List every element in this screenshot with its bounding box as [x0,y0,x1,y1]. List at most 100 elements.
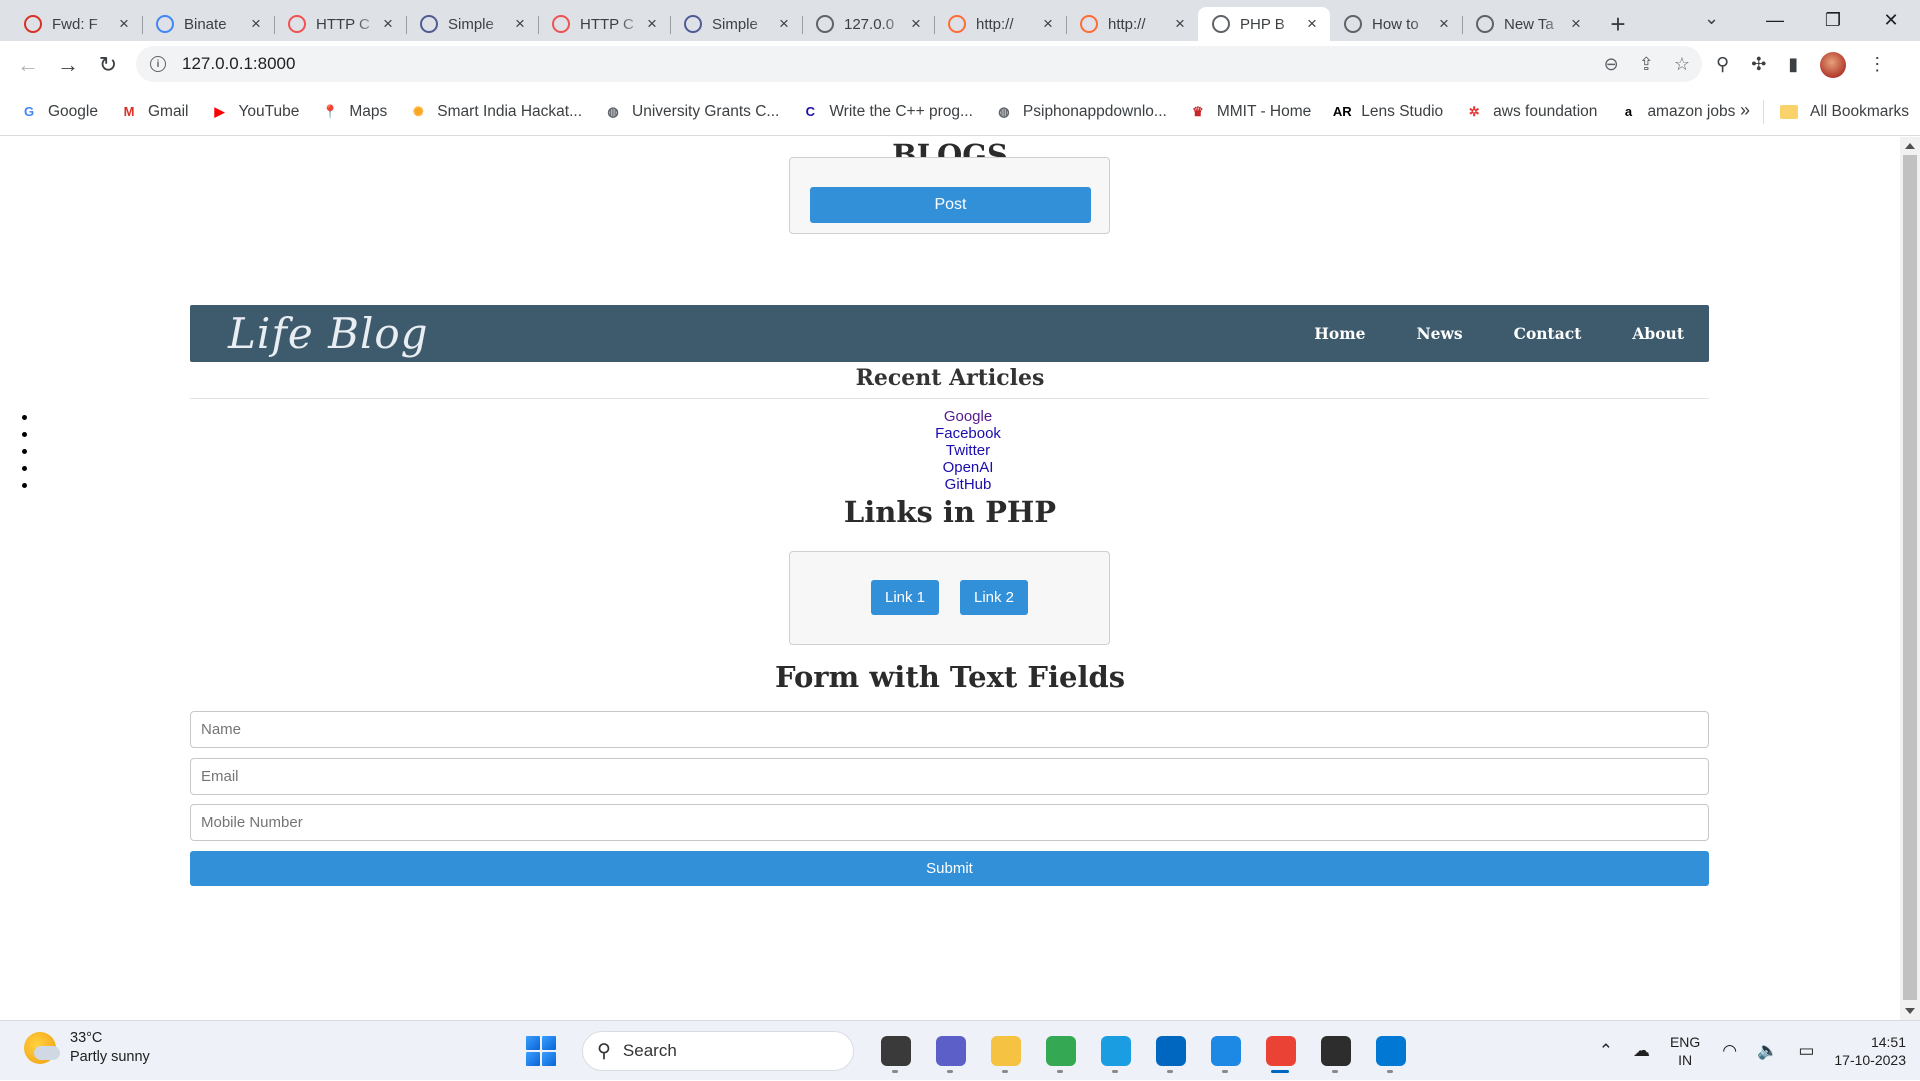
nav-link-about[interactable]: About [1632,324,1684,343]
nav-link-news[interactable]: News [1417,324,1463,343]
site-info-icon[interactable]: i [150,56,166,72]
bookmark-item[interactable]: ▶ YouTube [210,103,299,121]
forward-button[interactable]: → [48,52,88,78]
bookmark-item[interactable]: G Google [20,103,98,121]
reload-button[interactable]: ↻ [88,52,128,78]
browser-tab[interactable]: New Ta × [1462,7,1594,41]
bookmark-item[interactable]: a amazon jobs [1619,103,1736,121]
article-link[interactable]: OpenAI [943,459,994,476]
menu-kebab-icon[interactable]: ⋮ [1868,54,1886,75]
submit-button[interactable]: Submit [190,851,1709,886]
browser-tab[interactable]: How to × [1330,7,1462,41]
scroll-up-icon[interactable] [1905,143,1915,149]
chrome-icon[interactable] [1033,1030,1088,1073]
browser-tab[interactable]: Simple × [670,7,802,41]
bookmark-item[interactable]: ✺ Smart India Hackat... [409,103,582,121]
clock[interactable]: 14:51 17-10-2023 [1834,1033,1906,1069]
task-view-icon[interactable] [868,1030,923,1073]
browser-tab[interactable]: http:// × [1066,7,1198,41]
browser-tab[interactable]: PHP B × [1198,7,1330,41]
tab-close-icon[interactable]: × [1040,14,1056,34]
article-link[interactable]: Google [944,408,992,425]
nav-link-home[interactable]: Home [1314,324,1365,343]
browser-tab[interactable]: 127.0.0 × [802,7,934,41]
notepad-icon[interactable] [1198,1030,1253,1073]
browser-tab[interactable]: Simple × [406,7,538,41]
zoom-icon[interactable]: ⊖ [1604,54,1619,75]
tab-close-icon[interactable]: × [1436,14,1452,34]
name-field[interactable] [190,711,1709,748]
extensions-icon[interactable]: ✣ [1751,54,1766,75]
bookmarks-bar: G Google M Gmail ▶ YouTube 📍 Maps ✺ Smart India H… [0,88,1920,136]
back-button[interactable]: ← [8,52,48,78]
link-1-button[interactable]: Link 1 [871,580,939,615]
chrome-profile-icon[interactable] [1253,1030,1308,1073]
bookmark-item[interactable]: ◍ University Grants C... [604,103,779,121]
file-explorer-icon[interactable] [978,1030,1033,1073]
nav-link-contact[interactable]: Contact [1514,324,1582,343]
taskbar-search[interactable]: ⚲ Search [582,1031,854,1071]
bookmark-item[interactable]: ✲ aws foundation [1465,103,1598,121]
tab-close-icon[interactable]: × [116,14,132,34]
edge-icon[interactable] [1088,1030,1143,1073]
article-link[interactable]: GitHub [945,476,992,493]
terminal-icon[interactable] [1308,1030,1363,1073]
tab-close-icon[interactable]: × [1304,14,1320,34]
close-window-button[interactable]: ✕ [1862,10,1920,31]
tab-close-icon[interactable]: × [776,14,792,34]
app-glyph [1045,1036,1076,1066]
email-field[interactable] [190,758,1709,795]
tab-close-icon[interactable]: × [908,14,924,34]
profile-avatar[interactable] [1820,51,1847,78]
bookmark-item[interactable]: AR Lens Studio [1333,103,1443,121]
store-icon[interactable] [1143,1030,1198,1073]
browser-tab[interactable]: HTTP C × [538,7,670,41]
new-tab-button[interactable]: + [1598,7,1638,41]
url-text[interactable]: 127.0.0.1:8000 [182,54,295,74]
tab-close-icon[interactable]: × [1172,14,1188,34]
weather-widget[interactable]: 33°C Partly sunny [24,1030,150,1065]
browser-tab[interactable]: http:// × [934,7,1066,41]
share-icon[interactable]: ⇪ [1639,54,1654,75]
mobile-number-field[interactable] [190,804,1709,841]
article-link[interactable]: Twitter [946,442,990,459]
link-2-button[interactable]: Link 2 [960,580,1028,615]
tab-search-chevron-icon[interactable]: ⌄ [1704,8,1719,29]
language-indicator[interactable]: ENG IN [1670,1033,1700,1069]
browser-tab[interactable]: Fwd: F × [10,7,142,41]
scroll-thumb[interactable] [1903,155,1917,1000]
search-lens-icon[interactable]: ⚲ [1716,54,1729,75]
bookmark-item[interactable]: 📍 Maps [321,103,387,121]
bookmark-item[interactable]: M Gmail [120,103,189,121]
battery-icon[interactable]: ▭ [1798,1041,1814,1061]
tab-close-icon[interactable]: × [248,14,264,34]
bookmark-star-icon[interactable]: ☆ [1674,54,1690,75]
side-panel-icon[interactable]: ▮ [1788,54,1798,75]
post-button[interactable]: Post [810,187,1091,223]
volume-icon[interactable]: 🔈 [1757,1041,1778,1061]
onedrive-icon[interactable]: ☁ [1633,1041,1650,1061]
wifi-icon[interactable]: ◠ [1722,1041,1737,1061]
scroll-down-icon[interactable] [1905,1008,1915,1014]
all-bookmarks-button[interactable]: All Bookmarks [1780,88,1909,136]
restore-button[interactable]: ❐ [1804,10,1862,31]
tab-close-icon[interactable]: × [644,14,660,34]
minimize-button[interactable]: — [1746,10,1804,31]
bookmark-item[interactable]: ◍ Psiphonappdownlo... [995,103,1167,121]
address-bar[interactable]: i 127.0.0.1:8000 ⊖ ⇪ ☆ [136,46,1702,82]
tab-close-icon[interactable]: × [1568,14,1584,34]
tab-close-icon[interactable]: × [512,14,528,34]
tray-chevron-icon[interactable]: ⌃ [1599,1041,1613,1061]
vscode-icon[interactable] [1363,1030,1418,1073]
site-logo[interactable]: Life Blog [228,309,429,358]
page-scrollbar[interactable] [1900,137,1920,1020]
bookmark-item[interactable]: C Write the C++ prog... [801,103,973,121]
browser-tab[interactable]: HTTP C × [274,7,406,41]
bookmark-item[interactable]: ♛ MMIT - Home [1189,103,1311,121]
start-button[interactable] [526,1036,556,1066]
tab-close-icon[interactable]: × [380,14,396,34]
bookmarks-overflow-button[interactable]: » [1740,100,1750,121]
browser-tab[interactable]: Binate × [142,7,274,41]
article-link[interactable]: Facebook [935,425,1001,442]
chat-icon[interactable] [923,1030,978,1073]
